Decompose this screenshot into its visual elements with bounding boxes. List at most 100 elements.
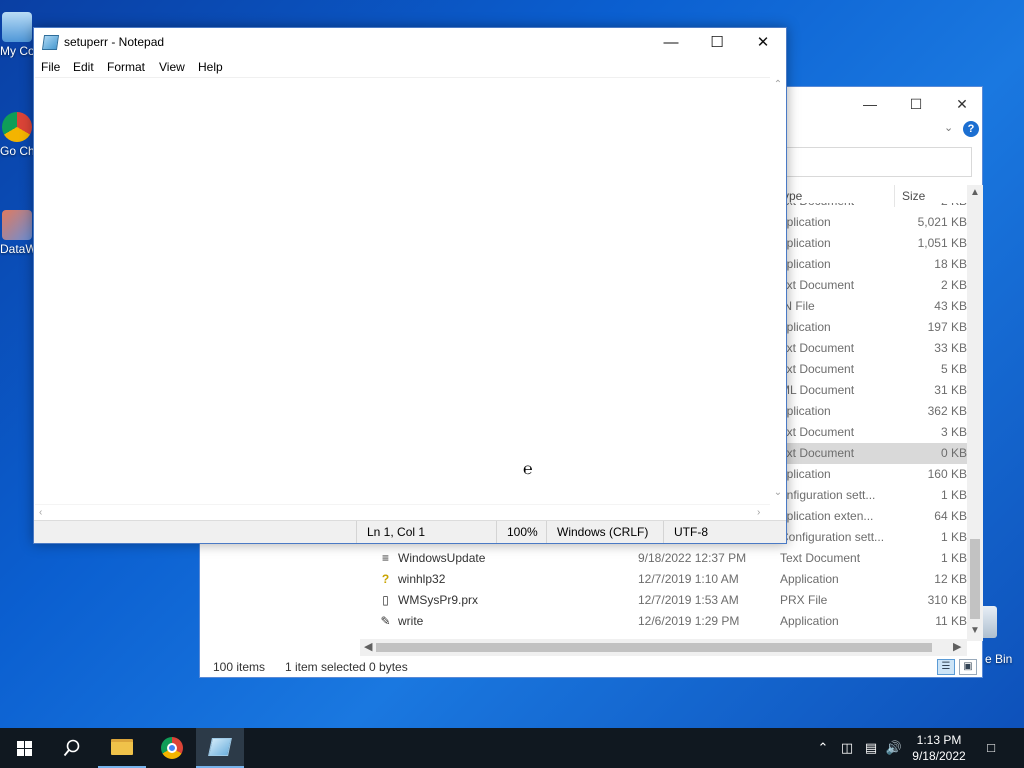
notification-icon[interactable]: □ (978, 728, 1004, 768)
file-type: ext Document (780, 341, 855, 355)
notepad-window[interactable]: setuperr - Notepad — ☐ ✕ File Edit Forma… (33, 27, 787, 544)
menu-edit[interactable]: Edit (73, 60, 94, 74)
file-type: pplication (780, 236, 831, 250)
app-shortcut-icon (2, 210, 32, 240)
table-row[interactable]: ▯ WMSysPr9.prx 12/7/2019 1:53 AM PRX File 31… (200, 590, 967, 611)
notepad-icon (41, 35, 60, 50)
file-type: PRX File (780, 593, 828, 607)
explorer-status-bar: 100 items 1 item selected 0 bytes ☰ ▣ (200, 657, 982, 677)
start-button[interactable] (0, 728, 48, 768)
scroll-right-icon[interactable]: ▶ (953, 639, 961, 656)
file-size: 1 KB (940, 530, 967, 544)
clock-time: 1:13 PM (916, 733, 962, 747)
file-type: pplication (780, 320, 831, 334)
taskbar-file-explorer[interactable] (98, 728, 146, 768)
taskbar-chrome[interactable] (148, 728, 196, 768)
volume-icon[interactable]: 🔊 (884, 728, 904, 768)
maximize-button[interactable]: ☐ (694, 28, 740, 57)
title-bar[interactable]: setuperr - Notepad — ☐ ✕ (34, 28, 786, 57)
file-size: 31 KB (934, 383, 967, 397)
minimize-button[interactable]: — (648, 28, 694, 57)
item-count: 100 items (213, 660, 266, 674)
file-name: WMSysPr9.prx (398, 593, 479, 607)
file-type: onfiguration sett... (780, 488, 876, 502)
file-type: ext Document (780, 278, 855, 292)
horizontal-scrollbar[interactable]: ◀ ▶ (360, 639, 967, 656)
file-type: Text Document (780, 551, 861, 565)
vertical-scrollbar[interactable]: ▲ ▼ (967, 185, 983, 641)
menu-bar: File Edit Format View Help (34, 57, 786, 77)
file-size: 64 KB (934, 509, 967, 523)
file-size: 5,021 KB (917, 215, 967, 229)
search-input[interactable] (786, 147, 972, 177)
scroll-left-icon[interactable]: ‹ (39, 505, 42, 521)
scroll-up-icon[interactable]: ⌃ (770, 79, 786, 90)
security-icon[interactable]: ◫ (836, 728, 858, 768)
close-button[interactable]: ✕ (740, 28, 786, 57)
menu-file[interactable]: File (41, 60, 60, 74)
chevron-down-icon[interactable]: ⌄ (944, 121, 953, 134)
file-name: winhlp32 (398, 572, 446, 586)
desktop-icon-my-computer[interactable]: My Co (0, 12, 34, 58)
menu-help[interactable]: Help (198, 60, 223, 74)
scroll-thumb[interactable] (376, 643, 932, 652)
scroll-down-icon[interactable]: ⌄ (770, 487, 786, 498)
file-explorer-icon (111, 739, 133, 755)
scroll-right-icon[interactable]: › (757, 505, 760, 521)
file-type: pplication (780, 257, 831, 271)
recycle-bin-icon[interactable] (983, 606, 997, 638)
file-date: 12/7/2019 1:10 AM (638, 572, 739, 586)
menu-view[interactable]: View (159, 60, 185, 74)
file-size: 1 KB (940, 551, 967, 565)
scroll-down-icon[interactable]: ▼ (967, 625, 983, 636)
file-size: 197 KB (927, 320, 967, 334)
window-title: setuperr - Notepad (64, 35, 165, 49)
text-editor[interactable] (35, 77, 770, 504)
scroll-up-icon[interactable]: ▲ (967, 187, 983, 198)
file-type: ext Document (780, 446, 855, 460)
file-size: 18 KB (934, 257, 967, 271)
taskbar: ⌃ ◫ ▤ 🔊 1:13 PM 9/18/2022 □ (0, 728, 1024, 768)
desktop-icon-google-chrome[interactable]: Go Ch (0, 112, 34, 158)
file-size: 0 KB (940, 446, 967, 460)
file-type: ML Document (780, 383, 855, 397)
scroll-thumb[interactable] (970, 539, 980, 619)
file-size: 1,051 KB (917, 236, 967, 250)
help-icon[interactable]: ? (963, 121, 979, 137)
table-row[interactable]: ? winhlp32 12/7/2019 1:10 AM Application 12 … (200, 569, 967, 590)
details-view-icon[interactable]: ☰ (937, 659, 955, 675)
large-icons-view-icon[interactable]: ▣ (959, 659, 977, 675)
chevron-up-icon[interactable]: ⌃ (812, 728, 834, 768)
file-type: pplication (780, 404, 831, 418)
computer-icon (2, 12, 32, 42)
file-date: 12/6/2019 1:29 PM (638, 614, 740, 628)
desktop-icon-label: Go Ch (0, 144, 34, 158)
vertical-scrollbar[interactable]: ⌃ ⌄ (770, 77, 786, 504)
write-app-icon: ✎ (380, 614, 391, 628)
file-name: WindowsUpdate (398, 551, 486, 565)
search-button[interactable] (48, 728, 96, 768)
file-type: ext Document (780, 362, 855, 376)
explorer-maximize-button[interactable]: ☐ (893, 93, 939, 115)
taskbar-notepad[interactable] (196, 728, 244, 768)
desktop-icon-label: DataW (0, 242, 34, 256)
network-icon[interactable]: ▤ (860, 728, 882, 768)
file-size: 2 KB (940, 278, 967, 292)
menu-format[interactable]: Format (107, 60, 145, 74)
scroll-left-icon[interactable]: ◀ (364, 639, 372, 656)
line-ending: Windows (CRLF) (546, 521, 663, 543)
clock[interactable]: 1:13 PM 9/18/2022 (906, 732, 972, 764)
file-size: 43 KB (934, 299, 967, 313)
file-size: 33 KB (934, 341, 967, 355)
table-row[interactable]: ≡ WindowsUpdate 9/18/2022 12:37 PM Text Doc… (200, 548, 967, 569)
zoom-level: 100% (496, 521, 546, 543)
horizontal-scrollbar[interactable]: ‹ › (35, 504, 770, 520)
explorer-close-button[interactable]: ✕ (939, 93, 985, 115)
file-type: Configuration sett... (780, 530, 885, 544)
explorer-minimize-button[interactable]: — (847, 93, 893, 115)
desktop-icon-dataw[interactable]: DataW (0, 210, 34, 256)
file-size: 3 KB (940, 425, 967, 439)
file-size: 362 KB (927, 404, 967, 418)
table-row[interactable]: ✎ write 12/6/2019 1:29 PM Application 11 KB (200, 611, 967, 632)
chrome-shortcut-icon (2, 112, 32, 142)
